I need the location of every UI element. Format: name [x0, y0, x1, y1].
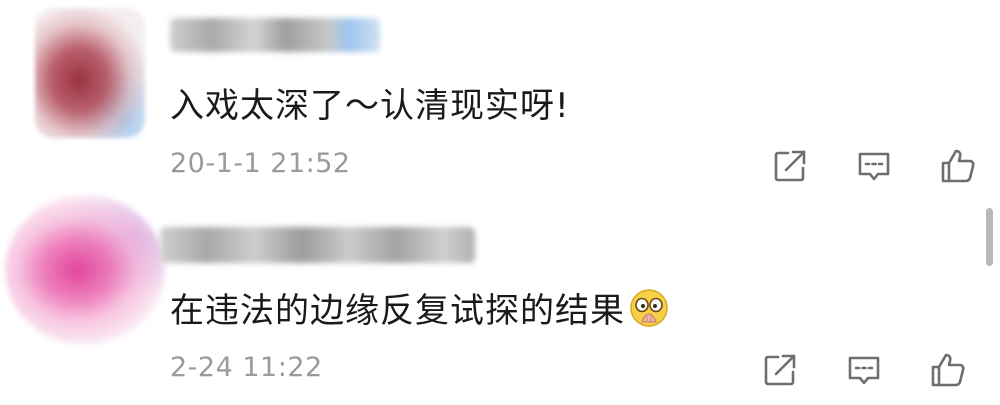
- comment-text: 入戏太深了～认清现实呀!: [170, 86, 570, 126]
- comment-actions: [760, 350, 968, 390]
- share-button[interactable]: [760, 350, 800, 390]
- share-icon: [774, 150, 806, 182]
- like-button[interactable]: [938, 146, 978, 186]
- facepalm-emoji-icon: [629, 288, 669, 328]
- thumbs-up-icon: [941, 149, 975, 183]
- comment-icon: [858, 152, 890, 181]
- share-button[interactable]: [770, 146, 810, 186]
- username-redacted[interactable]: [170, 18, 380, 52]
- scrollbar[interactable]: [986, 208, 993, 266]
- comment-icon: [848, 356, 880, 385]
- avatar[interactable]: [35, 8, 145, 138]
- username-redacted[interactable]: [160, 227, 475, 263]
- comment-item: 在违法的边缘反复试探的结果 2-24 11:22: [0, 195, 1000, 405]
- comment-time: 2-24 11:22: [170, 352, 323, 383]
- comment-item: 入戏太深了～认清现实呀! 20-1-1 21:52: [0, 0, 1000, 195]
- comment-text-content: 在违法的边缘反复试探的结果: [170, 291, 625, 331]
- comment-text: 在违法的边缘反复试探的结果: [170, 283, 669, 332]
- reply-button[interactable]: [844, 350, 884, 390]
- comment-time: 20-1-1 21:52: [170, 148, 351, 179]
- like-button[interactable]: [928, 350, 968, 390]
- share-icon: [764, 354, 796, 386]
- avatar[interactable]: [5, 195, 165, 345]
- thumbs-up-icon: [931, 353, 965, 387]
- reply-button[interactable]: [854, 146, 894, 186]
- comment-actions: [770, 146, 978, 186]
